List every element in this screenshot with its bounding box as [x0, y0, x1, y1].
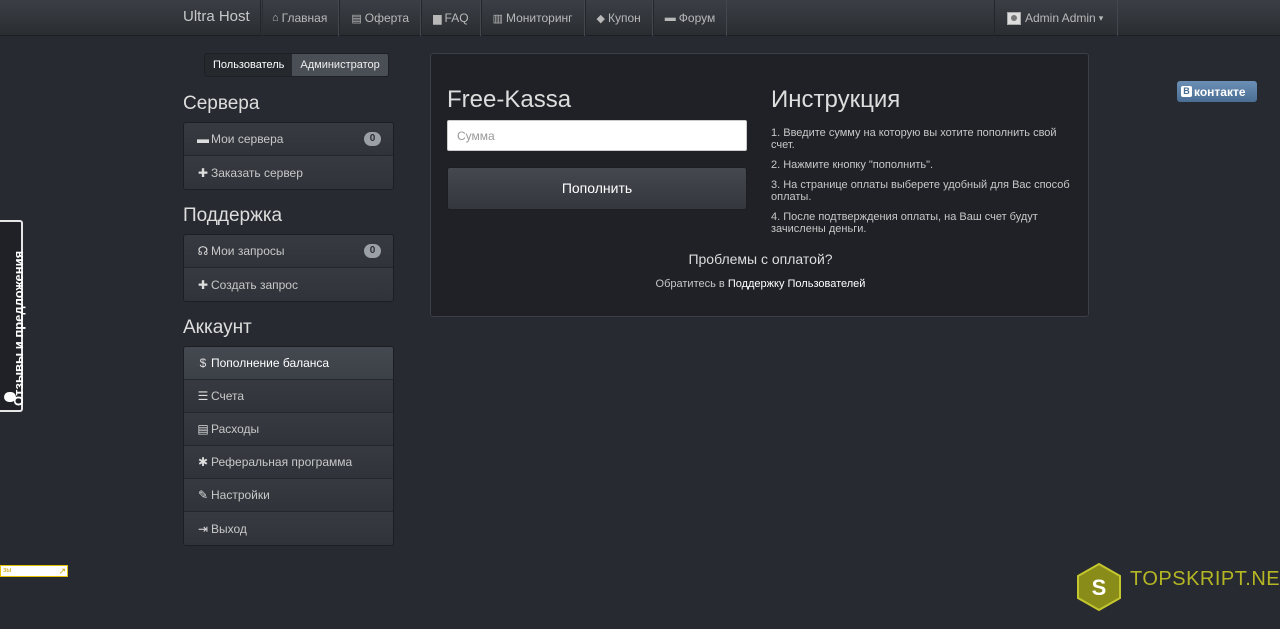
sidebar-item-top-up[interactable]: $ Пополнение баланса	[184, 347, 393, 380]
amount-input[interactable]	[447, 120, 747, 151]
nav-label: FAQ	[444, 11, 469, 25]
watermark-logo-icon: S	[1077, 562, 1121, 612]
vk-logo-icon: В	[1181, 86, 1192, 97]
sidebar-item-label: Мои запросы	[211, 244, 285, 258]
hdd-icon: ▬	[197, 132, 209, 146]
feedback-tab[interactable]: Отзывы и предложения	[0, 220, 26, 412]
support-link[interactable]: Поддержку Пользователей	[728, 278, 866, 290]
sidebar-item-my-servers[interactable]: ▬ Мои сервера 0	[184, 123, 393, 156]
sidebar-item-expenses[interactable]: ▤ Расходы	[184, 413, 393, 446]
user-name: Admin Admin	[1025, 11, 1096, 25]
instruction-step: 4. После подтверждения оплаты, на Ваш сч…	[771, 211, 1038, 235]
instruction-step: 1. Введите сумму на которую вы хотите по…	[771, 127, 1057, 151]
support-contact-text: Обратитесь в Поддержку Пользователей	[431, 278, 1090, 290]
corner-widget-text: зы	[3, 567, 12, 574]
sidebar-item-my-tickets[interactable]: ☊ Мои запросы 0	[184, 235, 393, 268]
watermark-text: TOPSKRIPT.NET	[1130, 568, 1280, 590]
list-icon: ☰	[197, 389, 209, 403]
wrench-icon: ✎	[197, 488, 209, 502]
feedback-label: Отзывы и предложения	[11, 250, 26, 406]
nav-faq[interactable]: ▆ FAQ	[421, 0, 481, 36]
sidebar-item-referral[interactable]: ✱ Реферальная программа	[184, 446, 393, 479]
servers-heading: Сервера	[183, 93, 260, 114]
top-navbar: Ultra Host ⌂ Главная ▤ Оферта ▆ FAQ ▥ Монито…	[0, 0, 1280, 36]
sidebar-item-label: Пополнение баланса	[211, 356, 330, 370]
nav-home[interactable]: ⌂ Главная	[260, 0, 340, 36]
instruction-step: 3. На странице оплаты выберете удобный д…	[771, 179, 1070, 203]
nav-label: Оферта	[364, 11, 410, 25]
vk-button[interactable]: В контакте	[1177, 81, 1257, 102]
support-menu: ☊ Мои запросы 0 ✚ Создать запрос	[183, 234, 394, 302]
user-menu-dropdown[interactable]: Admin Admin ▾	[994, 0, 1119, 36]
logout-icon: ⇥	[197, 521, 209, 536]
sidebar-item-label: Счета	[211, 389, 245, 403]
count-badge: 0	[364, 132, 381, 146]
role-toggle: Пользователь Администратор	[204, 53, 389, 77]
sidebar-item-invoices[interactable]: ☰ Счета	[184, 380, 393, 413]
main-nav: ⌂ Главная ▤ Оферта ▆ FAQ ▥ Мониторинг ◆ Купон…	[260, 0, 728, 36]
support-heading: Поддержка	[183, 205, 283, 226]
contact-prefix: Обратитесь в	[655, 278, 725, 290]
brand-link[interactable]: Ultra Host	[183, 0, 263, 36]
caret-down-icon: ▾	[1098, 12, 1104, 23]
payment-problems-heading: Проблемы с оплатой?	[688, 251, 833, 267]
sidebar-item-label: Мои сервера	[211, 132, 284, 146]
corner-widget[interactable]: зы ↗	[0, 565, 68, 577]
book-icon: ▆	[433, 12, 442, 25]
servers-menu: ▬ Мои сервера 0 ✚ Заказать сервер	[183, 122, 394, 190]
role-user-button[interactable]: Пользователь	[205, 54, 293, 76]
sidebar-item-label: Настройки	[211, 488, 270, 502]
sidebar-item-label: Создать запрос	[211, 277, 298, 292]
nav-label: Мониторинг	[505, 11, 573, 25]
payment-panel: Free-Kassa Пополнить Инструкция 1. Введи…	[430, 53, 1089, 317]
headphones-icon: ☊	[197, 244, 209, 258]
sidebar-item-create-ticket[interactable]: ✚ Создать запрос	[184, 268, 393, 301]
tag-icon: ◆	[596, 12, 605, 25]
comment-icon: ▬	[664, 12, 676, 24]
account-menu: $ Пополнение баланса ☰ Счета ▤ Расходы ✱…	[183, 346, 394, 546]
role-admin-button[interactable]: Администратор	[292, 54, 388, 76]
sidebar-item-label: Расходы	[211, 422, 260, 436]
vk-label: контакте	[1194, 84, 1246, 99]
nav-coupon[interactable]: ◆ Купон	[584, 0, 653, 36]
payment-title: Free-Kassa	[447, 86, 572, 113]
nav-monitoring[interactable]: ▥ Мониторинг	[480, 0, 585, 36]
watermark-logo-letter: S	[1092, 575, 1107, 600]
list-icon: ▤	[351, 12, 362, 25]
asterisk-icon: ✱	[197, 455, 209, 469]
instructions-list: 1. Введите сумму на которую вы хотите по…	[771, 127, 1071, 243]
sidebar-item-logout[interactable]: ⇥ Выход	[184, 512, 393, 545]
sidebar-item-label: Реферальная программа	[211, 455, 353, 469]
nav-label: Купон	[608, 11, 641, 25]
nav-offer[interactable]: ▤ Оферта	[339, 0, 422, 36]
instruction-step: 2. Нажмите кнопку "пополнить".	[771, 159, 934, 171]
top-up-button[interactable]: Пополнить	[447, 167, 747, 210]
sidebar-item-label: Заказать сервер	[211, 165, 303, 180]
table-icon: ▤	[197, 422, 209, 436]
count-badge: 0	[364, 244, 381, 258]
account-heading: Аккаунт	[183, 317, 252, 338]
avatar-icon	[1007, 11, 1021, 25]
bar-chart-icon: ▥	[492, 12, 503, 25]
arrow-icon: ↗	[58, 566, 66, 576]
dollar-icon: $	[199, 356, 207, 370]
sidebar-item-label: Выход	[211, 521, 247, 536]
nav-forum[interactable]: ▬ Форум	[652, 0, 728, 36]
sidebar-item-order-server[interactable]: ✚ Заказать сервер	[184, 156, 393, 189]
instructions-title: Инструкция	[771, 86, 901, 113]
nav-label: Главная	[281, 11, 328, 25]
home-icon: ⌂	[272, 12, 279, 24]
plus-icon: ✚	[197, 277, 209, 292]
nav-label: Форум	[678, 11, 716, 25]
plus-icon: ✚	[197, 165, 209, 180]
sidebar-item-settings[interactable]: ✎ Настройки	[184, 479, 393, 512]
